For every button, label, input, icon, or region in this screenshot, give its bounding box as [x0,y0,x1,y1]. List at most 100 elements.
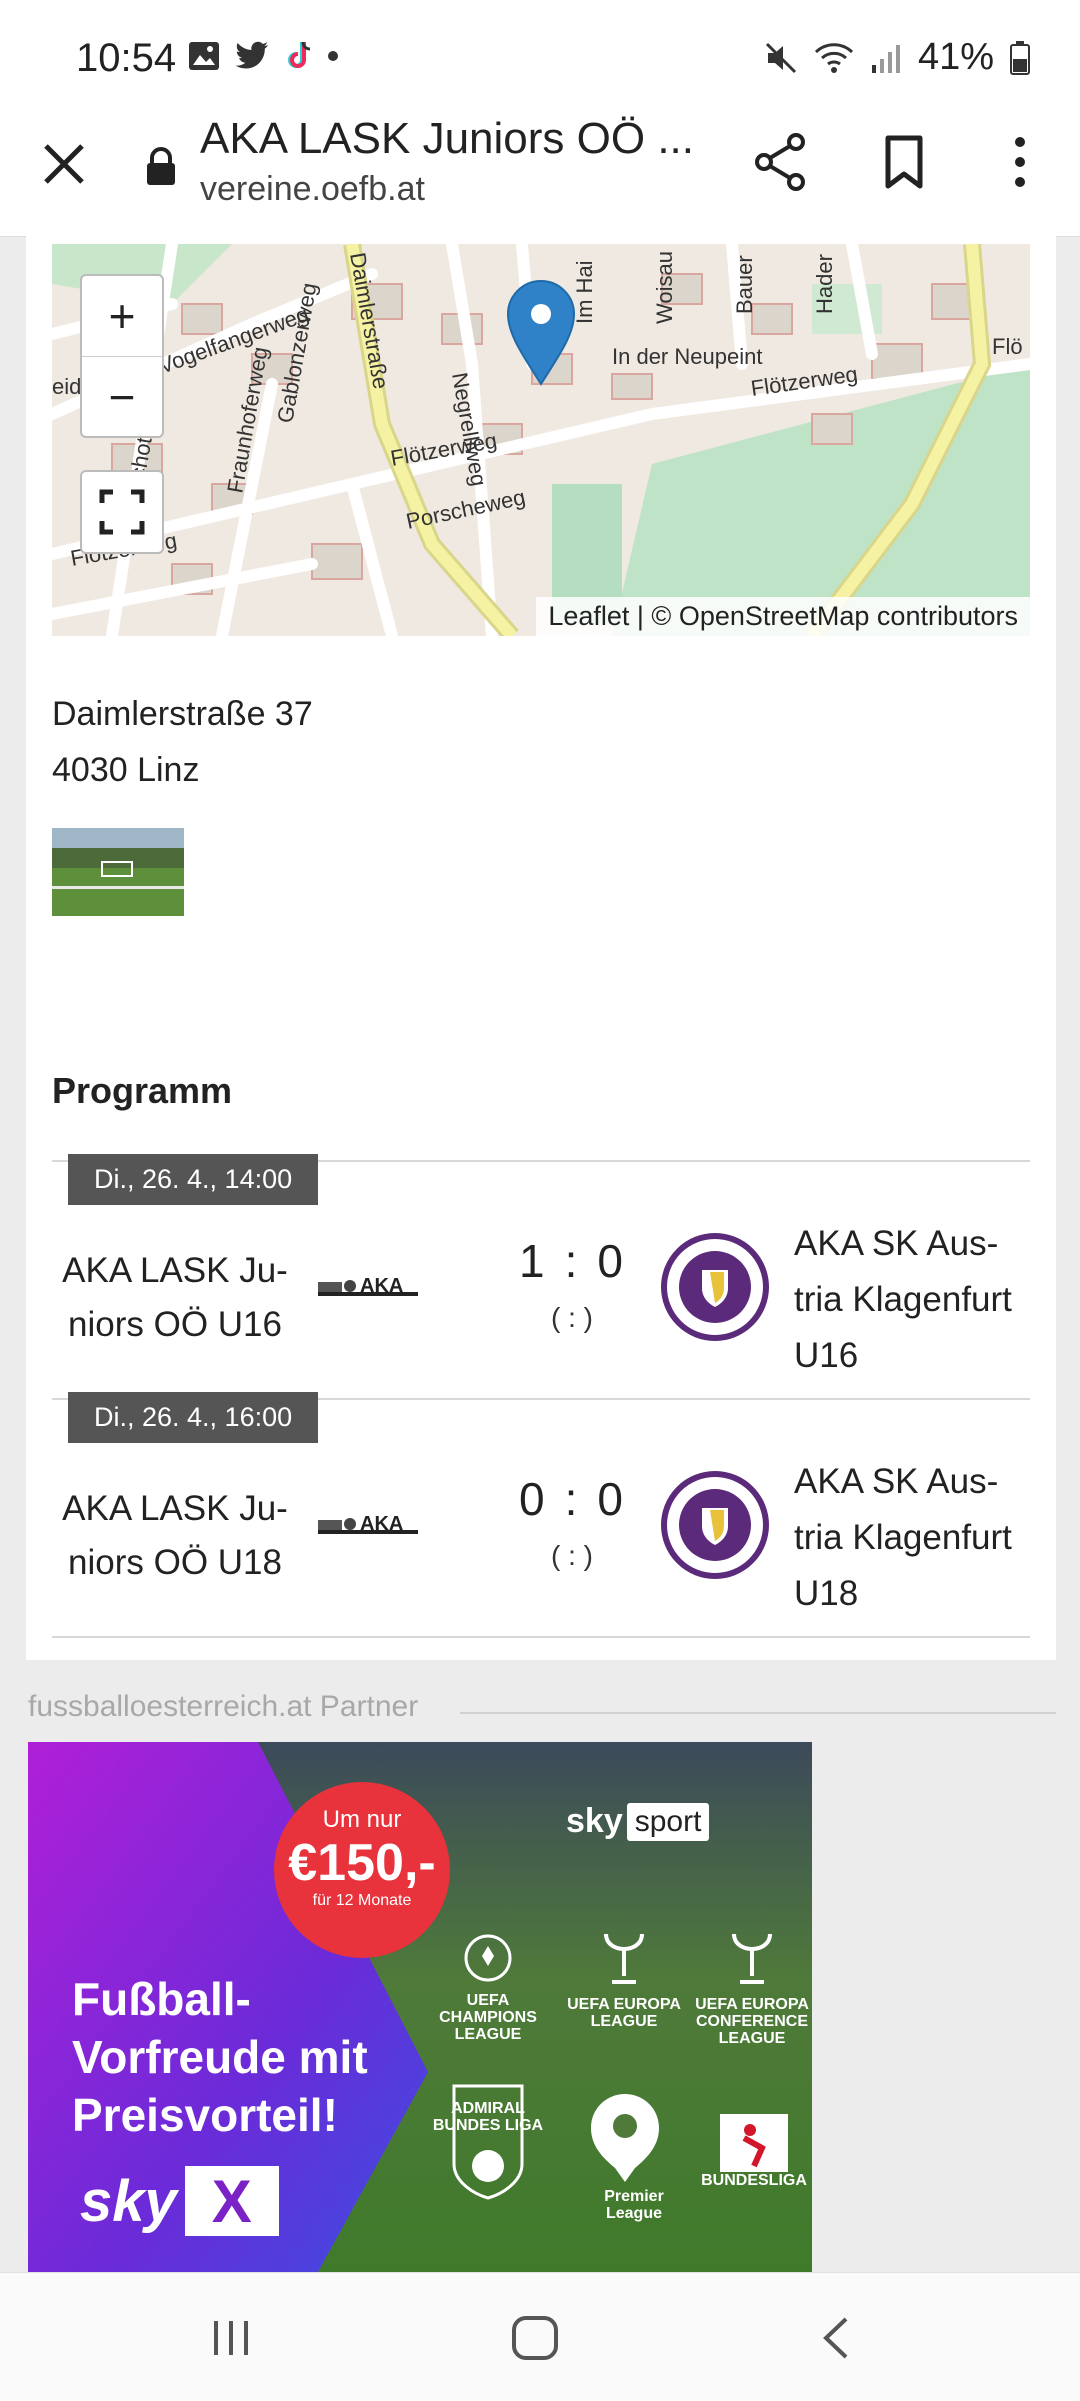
match-row[interactable]: Di., 26. 4., 14:00 AKA LASK Ju- niors OÖ… [52,1154,1030,1400]
street-label: Im Hai [572,260,597,324]
away-team-line: AKA SK Aus- [794,1224,999,1263]
home-team[interactable]: AKA LASK Ju- niors OÖ U18 [52,1482,298,1590]
ad-headline-line: Vorfreude mit [72,2031,368,2083]
away-team-line: U18 [794,1574,859,1613]
home-team-line: AKA LASK Ju- [62,1251,288,1290]
home-score: 1 [519,1235,547,1287]
sport-wordmark: sport [626,1802,710,1841]
score-separator: : [564,1235,580,1287]
divider [460,1712,1056,1714]
home-team[interactable]: AKA LASK Ju- niors OÖ U16 [52,1244,298,1352]
system-navigation-bar [0,2272,1080,2401]
price-prefix: Um nur [322,1806,402,1833]
austria-klagenfurt-logo-icon [661,1233,769,1341]
svg-text:AKA: AKA [360,1275,403,1297]
home-team-line: niors OÖ U16 [68,1305,282,1344]
street-label: Woisau [652,251,677,324]
tiktok-icon [288,41,311,68]
status-bar: 10:54 41% [0,0,1080,110]
sky-sport-logo: sky sport [566,1802,710,1841]
leaflet-link[interactable]: Leaflet [548,601,629,631]
battery-percentage: 41% [917,36,994,78]
away-team-line: tria Klagenfurt [794,1518,1012,1557]
signal-icon [871,44,900,73]
street-label: eid [52,374,81,399]
austria-klagenfurt-logo-icon [661,1471,769,1579]
champions-league-icon [464,1934,512,1982]
lock-icon[interactable] [144,146,178,186]
more-options-icon[interactable] [1000,132,1040,192]
home-score: 0 [519,1473,547,1525]
europa-league-icon [604,1933,644,1984]
match-row[interactable]: Di., 26. 4., 16:00 AKA LASK Ju- niors OÖ… [52,1392,1030,1638]
location-map[interactable]: Flötzerweg Flötzerweg In der Neupeint Po… [52,244,1030,636]
home-icon[interactable] [508,2313,562,2363]
fullscreen-icon [99,489,145,535]
venue-address: Daimlerstraße 37 4030 Linz [52,686,313,798]
away-team-line: U16 [794,1336,859,1375]
attribution-suffix: contributors [869,601,1018,631]
halftime-score: ( : ) [551,1540,593,1571]
system-icons: 41% [764,36,1030,79]
program-heading: Programm [52,1070,233,1111]
admiral-bundesliga-label: ADMIRAL BUNDES LIGA [432,2100,544,2134]
match-date: Di., 26. 4., 14:00 [68,1154,319,1205]
away-team[interactable]: AKA SK Aus- tria Klagenfurt U18 [794,1454,1030,1622]
close-icon[interactable] [36,136,92,192]
premier-league-label: Premier League [604,2188,664,2222]
match-date: Di., 26. 4., 16:00 [68,1392,319,1443]
price-value: €150,- [288,1834,436,1892]
street-label: Flö [992,334,1023,359]
battery-icon [1010,40,1030,75]
conference-league-icon [732,1933,772,1984]
bundesliga-icon [720,2114,788,2172]
twitter-icon [235,41,268,69]
price-period: für 12 Monate [312,1892,412,1909]
venue-photo[interactable] [52,828,184,916]
halftime-score: ( : ) [551,1302,593,1333]
europa-league-label: UEFA EUROPA LEAGUE [567,1996,681,2030]
ad-headline: Fußball- Vorfreude mit Preisvorteil! [72,1970,368,2144]
map-tiles[interactable]: Flötzerweg Flötzerweg In der Neupeint Po… [52,244,1030,636]
home-team-line: niors OÖ U18 [68,1543,282,1582]
status-time: 10:54 [76,36,177,80]
sky-advertisement-banner[interactable]: Um nur €150,- für 12 Monate sky sport Fu… [28,1742,812,2272]
bundesliga-label: BUNDESLIGA [701,2172,807,2189]
fullscreen-button[interactable] [80,470,164,554]
match-score: 0:0 [462,1472,682,1526]
attribution-separator: | © [629,601,679,631]
back-icon[interactable] [816,2313,856,2363]
map-attribution: Leaflet | © OpenStreetMap contributors [536,597,1030,636]
ad-headline-line: Fußball- [72,1973,251,2025]
lask-logo-icon: AKA [318,1513,418,1535]
zoom-out-button[interactable]: − [82,356,162,437]
score-separator: : [564,1473,580,1525]
share-icon[interactable] [752,132,808,192]
address-street: Daimlerstraße 37 [52,695,313,733]
bookmark-icon[interactable] [876,132,932,192]
premier-league-lion-icon [591,2094,659,2182]
partner-heading: fussballoesterreich.at Partner [28,1690,419,1723]
sky-x-logo: sky X [80,2166,279,2236]
osm-link[interactable]: OpenStreetMap [679,601,870,631]
price-circle: Um nur €150,- für 12 Monate [274,1782,450,1958]
wifi-icon [814,42,853,73]
more-notifications-dot-icon [328,51,338,61]
away-team[interactable]: AKA SK Aus- tria Klagenfurt U16 [794,1216,1030,1384]
divider [52,1636,1030,1638]
champions-league-label: UEFA CHAMPIONS LEAGUE [439,1992,537,2043]
zoom-control: + − [80,274,164,438]
street-label: Hader [812,254,837,314]
lask-logo-icon: AKA [318,1275,418,1297]
zoom-in-button[interactable]: + [82,276,162,356]
page-domain[interactable]: vereine.oefb.at [200,170,425,209]
svg-text:AKA: AKA [360,1513,403,1535]
gallery-icon [189,42,219,70]
street-label: In der Neupeint [612,344,762,369]
page-title[interactable]: AKA LASK Juniors OÖ ... [200,114,694,164]
match-score: 1:0 [462,1234,682,1288]
recent-apps-icon[interactable] [206,2313,256,2363]
ad-headline-line: Preisvorteil! [72,2089,338,2141]
sky-x-wordmark: sky [80,2168,177,2234]
browser-toolbar: AKA LASK Juniors OÖ ... vereine.oefb.at [0,110,1080,237]
